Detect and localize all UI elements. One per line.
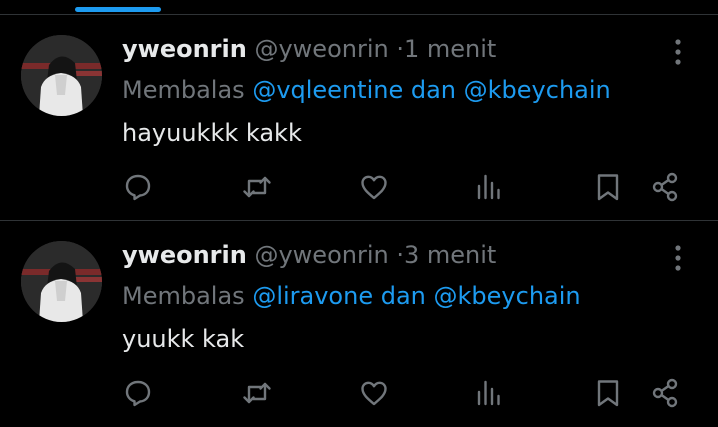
reply-icon	[125, 380, 151, 407]
more-icon	[675, 245, 681, 271]
display-name[interactable]: yweonrin	[122, 35, 247, 63]
mention-link[interactable]: @kbeychain	[434, 282, 581, 310]
views-icon	[477, 174, 500, 200]
reply-post[interactable]: yweonrin @yweonrin ·1 menit Membalas @vq…	[0, 15, 718, 221]
views-button[interactable]	[474, 377, 506, 409]
views-button[interactable]	[474, 171, 506, 203]
post-header: yweonrin @yweonrin ·1 menit	[122, 33, 496, 65]
post-timestamp[interactable]: 3 menit	[404, 241, 496, 269]
avatar[interactable]	[21, 35, 102, 116]
more-options-button[interactable]	[664, 37, 692, 67]
more-icon	[675, 39, 681, 65]
mention-link[interactable]: @vqleentine	[252, 76, 403, 104]
repost-icon	[243, 382, 271, 404]
reply-button[interactable]	[122, 377, 154, 409]
reply-post[interactable]: yweonrin @yweonrin ·3 menit Membalas @li…	[0, 221, 718, 427]
bookmark-icon	[597, 380, 619, 407]
post-text: yuukk kak	[122, 325, 245, 353]
reply-prefix: Membalas	[122, 282, 245, 310]
share-button[interactable]	[650, 171, 682, 203]
views-icon	[477, 380, 500, 406]
display-name[interactable]: yweonrin	[122, 241, 247, 269]
like-button[interactable]	[358, 171, 390, 203]
reply-icon	[125, 174, 151, 201]
mention-conjunction[interactable]: dan	[381, 282, 426, 310]
avatar-image	[21, 241, 102, 322]
reply-prefix: Membalas	[122, 76, 245, 104]
repost-button[interactable]	[241, 377, 273, 409]
mention-conjunction[interactable]: dan	[411, 76, 456, 104]
repost-icon	[243, 176, 271, 198]
user-handle[interactable]: @yweonrin	[254, 35, 388, 63]
share-button[interactable]	[650, 377, 682, 409]
post-header: yweonrin @yweonrin ·3 menit	[122, 239, 496, 271]
post-text: hayuukkk kakk	[122, 119, 302, 147]
separator-dot: ·	[396, 35, 404, 63]
bookmark-button[interactable]	[592, 377, 624, 409]
mention-link[interactable]: @liravone	[252, 282, 373, 310]
repost-button[interactable]	[241, 171, 273, 203]
reply-button[interactable]	[122, 171, 154, 203]
like-icon	[361, 381, 387, 406]
more-options-button[interactable]	[664, 243, 692, 273]
bookmark-button[interactable]	[592, 171, 624, 203]
user-handle[interactable]: @yweonrin	[254, 241, 388, 269]
share-icon	[652, 172, 678, 202]
avatar-image	[21, 35, 102, 116]
active-tab-indicator	[75, 7, 161, 12]
share-icon	[652, 378, 678, 408]
replying-to-line: Membalas @vqleentine dan @kbeychain	[122, 74, 611, 106]
post-timestamp[interactable]: 1 menit	[404, 35, 496, 63]
like-icon	[361, 175, 387, 200]
separator-dot: ·	[396, 241, 404, 269]
like-button[interactable]	[358, 377, 390, 409]
avatar[interactable]	[21, 241, 102, 322]
bookmark-icon	[597, 174, 619, 201]
replying-to-line: Membalas @liravone dan @kbeychain	[122, 280, 581, 312]
mention-link[interactable]: @kbeychain	[464, 76, 611, 104]
